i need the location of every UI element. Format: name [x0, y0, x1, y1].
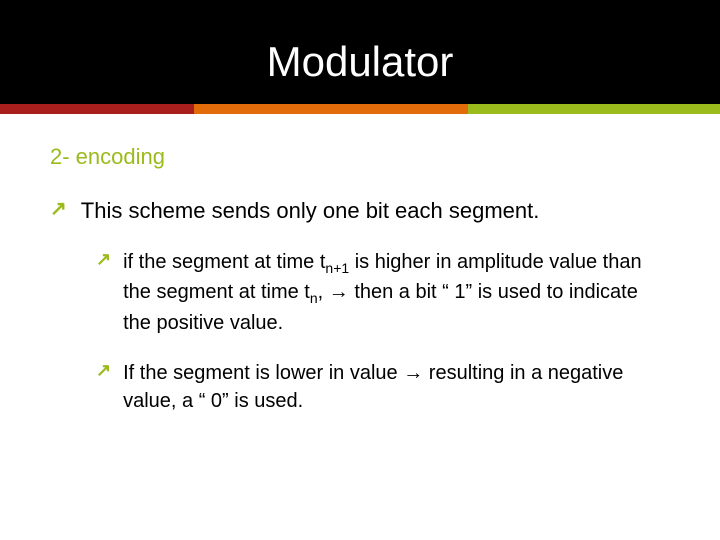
accent-bar-green	[468, 104, 720, 114]
text-fragment: if the segment at time t	[123, 251, 325, 273]
bullet-text: This scheme sends only one bit each segm…	[81, 196, 540, 226]
bullet-text: if the segment at time tn+1 is higher in…	[123, 248, 670, 337]
accent-bar	[0, 104, 720, 114]
bullet-level2: ↗ If the segment is lower in value → res…	[50, 359, 670, 415]
content-area: 2- encoding ↗ This scheme sends only one…	[0, 114, 720, 415]
subtitle: 2- encoding	[50, 144, 670, 170]
title-band: Modulator	[0, 0, 720, 104]
arrow-icon: ↗	[96, 248, 111, 271]
arrow-icon: ↗	[96, 359, 111, 382]
arrow-icon: ↗	[50, 196, 67, 222]
bullet-text: If the segment is lower in value → resul…	[123, 359, 670, 415]
slide: { "title": "Modulator", "subtitle": "2- …	[0, 0, 720, 540]
accent-bar-red	[0, 104, 194, 114]
bullet-level2: ↗ if the segment at time tn+1 is higher …	[50, 248, 670, 337]
subscript: n	[310, 290, 318, 306]
subscript: n+1	[325, 260, 349, 276]
bullet-level1: ↗ This scheme sends only one bit each se…	[50, 196, 670, 226]
slide-title: Modulator	[0, 38, 720, 86]
accent-bar-orange	[194, 104, 468, 114]
